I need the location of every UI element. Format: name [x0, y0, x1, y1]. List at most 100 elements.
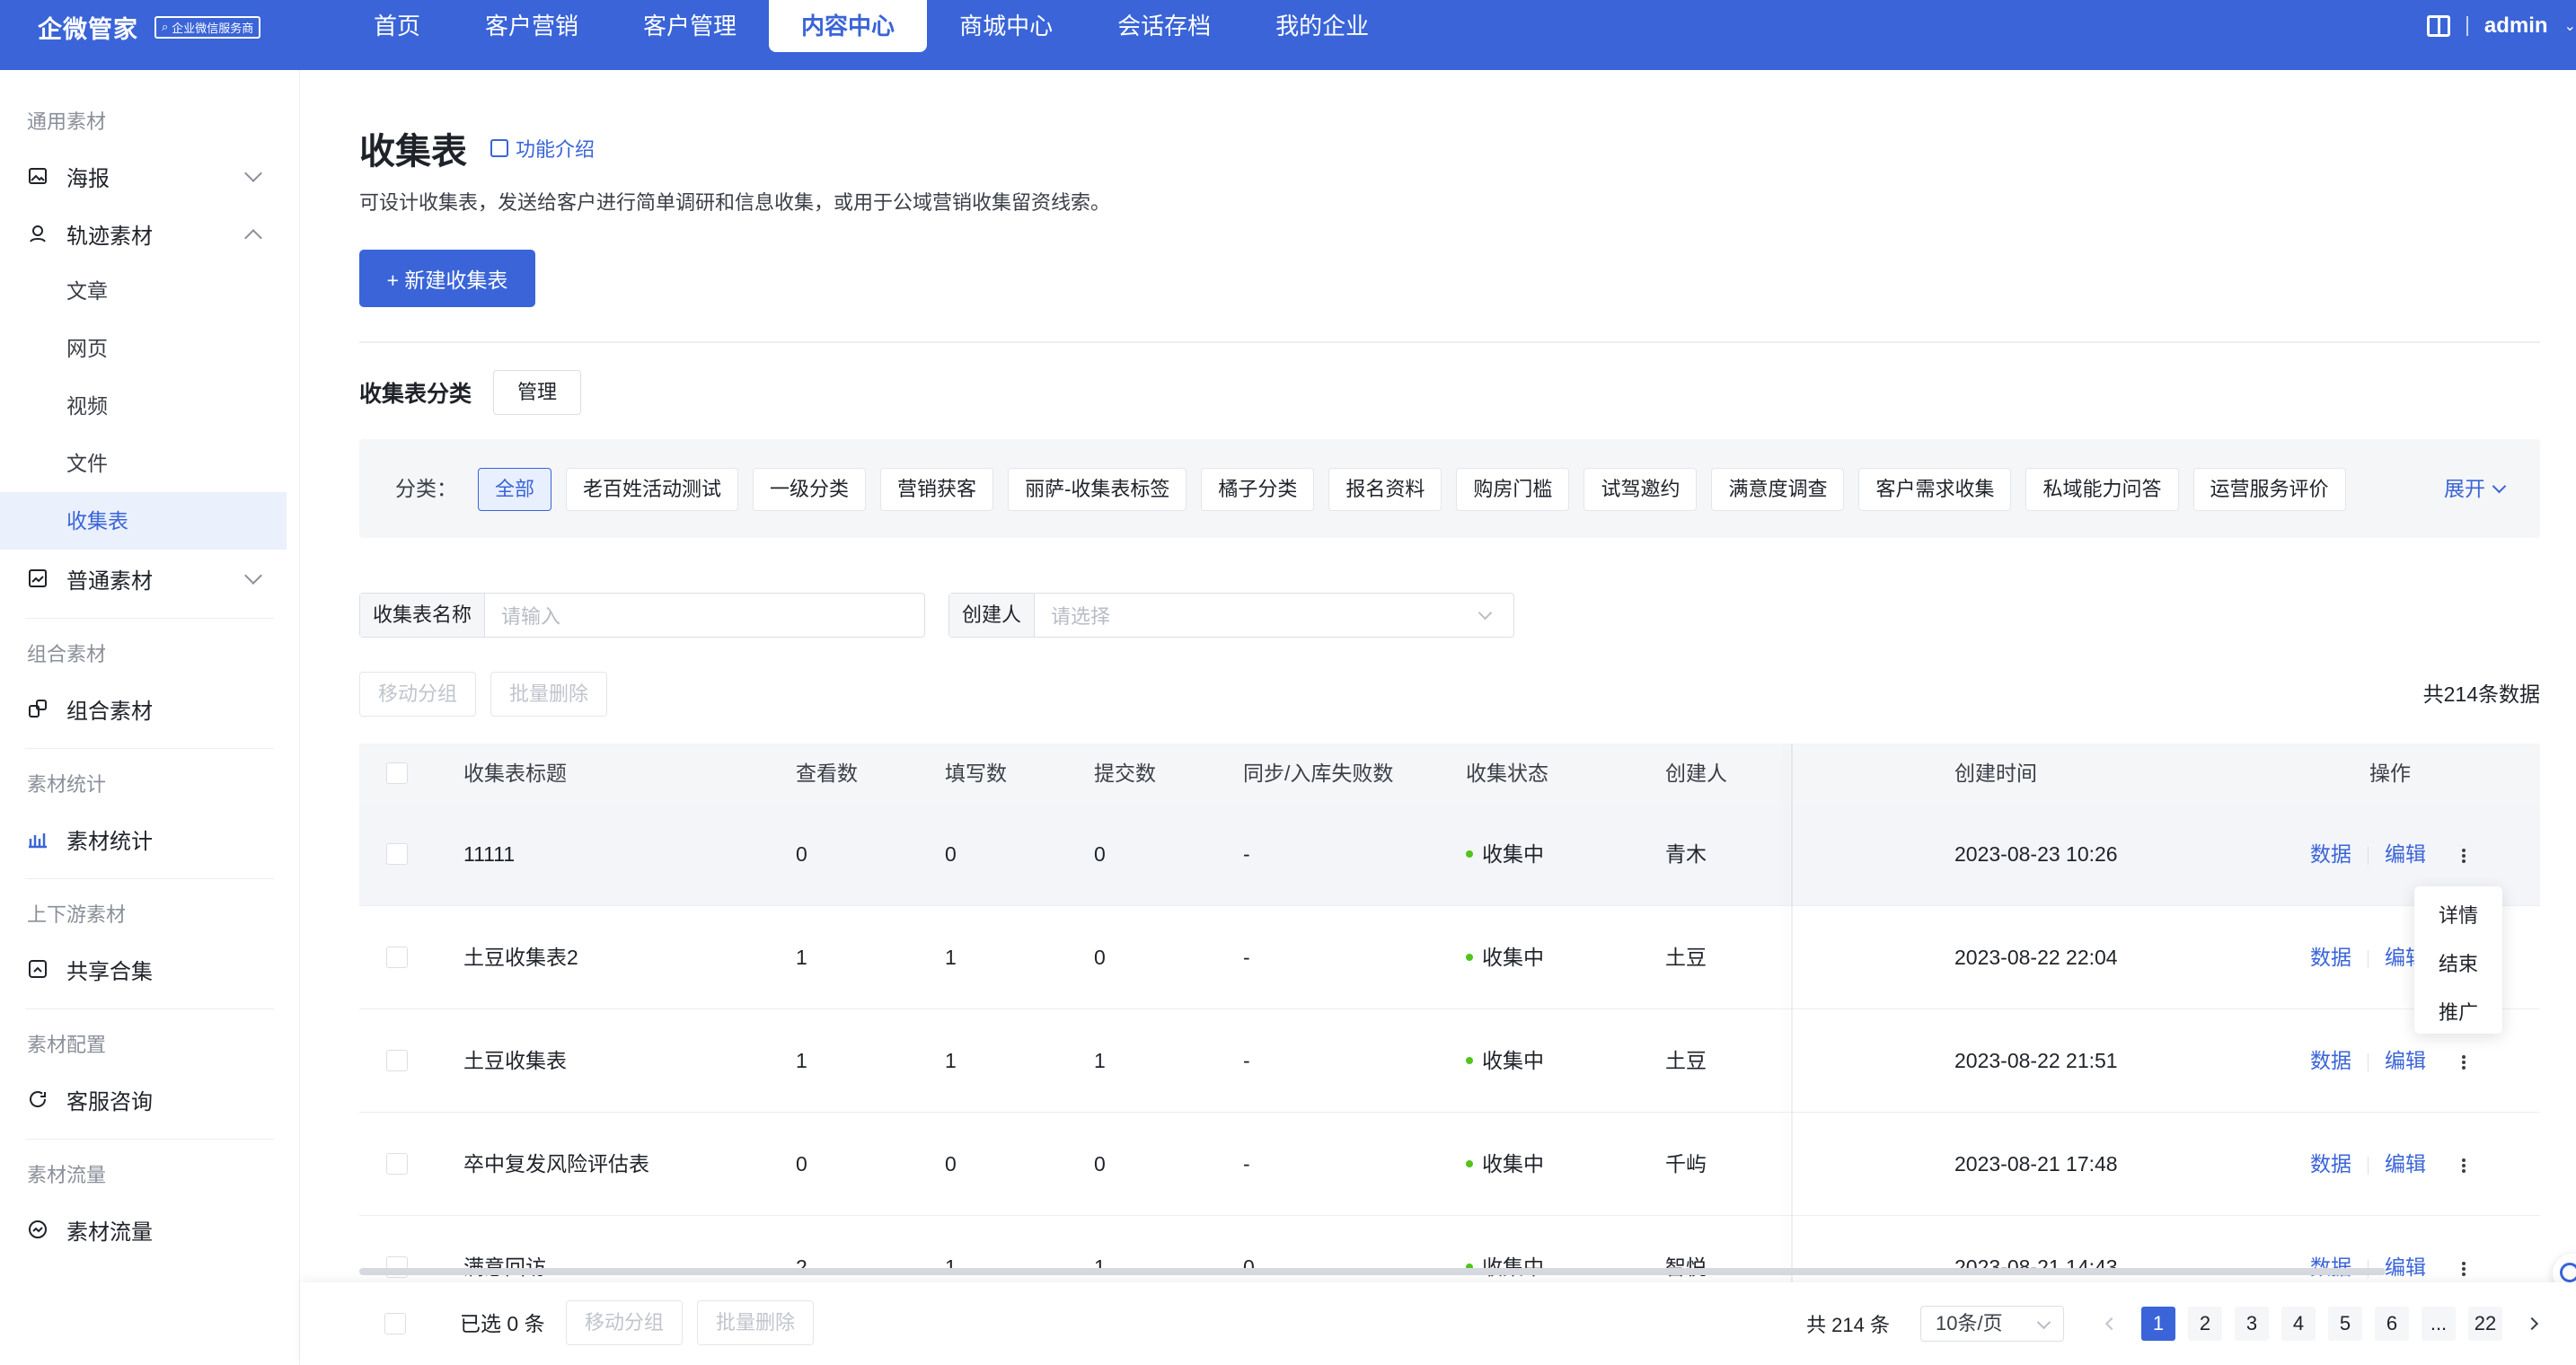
category-chip[interactable]: 报名资料: [1328, 468, 1442, 511]
table-row: 土豆收集表2 1 1 0 - 收集中 土豆 2023-08-22 22:04 数…: [359, 906, 2540, 1009]
edit-link[interactable]: 编辑: [2385, 1255, 2426, 1279]
cell-submits: 1: [1094, 1049, 1106, 1072]
category-chip[interactable]: 丽萨-收集表标签: [1008, 468, 1187, 511]
menu-item-promote[interactable]: 推广: [2414, 991, 2502, 1035]
name-filter-input[interactable]: 请输入: [485, 601, 560, 630]
user-name[interactable]: admin: [2484, 13, 2548, 39]
data-link[interactable]: 数据: [2310, 1049, 2351, 1072]
sidebar-item-stats[interactable]: 素材统计: [0, 810, 299, 867]
sidebar-sub-webpage[interactable]: 网页: [0, 320, 299, 377]
more-icon[interactable]: [2462, 1260, 2466, 1278]
brand[interactable]: 企微管家 ⌕ 企业微信服务商: [38, 0, 261, 54]
cell-fills: 1: [945, 946, 957, 969]
category-chip[interactable]: 营销获客: [880, 468, 994, 511]
status-dot: [1466, 1056, 1473, 1064]
category-chip[interactable]: 满意度调查: [1711, 468, 1845, 511]
table-row: 土豆收集表 1 1 1 - 收集中 土豆 2023-08-22 21:51 数据…: [359, 1009, 2540, 1113]
menu-item-end[interactable]: 结束: [2414, 942, 2502, 987]
category-chip[interactable]: 私域能力问答: [2025, 468, 2179, 511]
sidebar-sub-article[interactable]: 文章: [0, 262, 299, 320]
sidebar-item-combo[interactable]: 组合素材: [0, 680, 299, 737]
category-chip[interactable]: 橘子分类: [1201, 468, 1315, 511]
batch-delete-button[interactable]: 批量删除: [490, 672, 608, 717]
nav-home[interactable]: 首页: [341, 0, 453, 52]
intro-link[interactable]: 功能介绍: [490, 134, 595, 163]
sidebar-item-label: 共享合集: [66, 959, 153, 984]
cell-creator: 青木: [1665, 842, 1707, 866]
data-link[interactable]: 数据: [2310, 946, 2351, 969]
nav-session-archive[interactable]: 会话存档: [1085, 0, 1243, 52]
horizontal-scrollbar[interactable]: [359, 1268, 2386, 1275]
cell-title: 卒中复发风险评估表: [463, 1152, 649, 1176]
category-chip[interactable]: 一级分类: [753, 468, 867, 511]
location-icon: [27, 223, 49, 244]
edit-link[interactable]: 编辑: [2385, 1152, 2426, 1176]
row-checkbox[interactable]: [386, 1153, 408, 1175]
new-collection-form-button[interactable]: + 新建收集表: [359, 250, 535, 307]
sidebar-item-normal[interactable]: 普通素材: [0, 550, 299, 607]
nav-mall-center[interactable]: 商城中心: [927, 0, 1085, 52]
category-chip[interactable]: 客户需求收集: [1858, 468, 2012, 511]
move-group-button[interactable]: 移动分组: [359, 672, 477, 717]
prev-page-icon[interactable]: [2095, 1307, 2129, 1341]
more-icon[interactable]: [2462, 1053, 2466, 1071]
category-chip[interactable]: 购房门槛: [1456, 468, 1570, 511]
page-button[interactable]: 5: [2328, 1307, 2362, 1341]
page-button[interactable]: 2: [2188, 1307, 2222, 1341]
expand-button[interactable]: 展开: [2444, 439, 2507, 538]
manage-button[interactable]: 管理: [493, 370, 582, 415]
data-link[interactable]: 数据: [2310, 1152, 2351, 1176]
nav-my-enterprise[interactable]: 我的企业: [1243, 0, 1401, 52]
data-link[interactable]: 数据: [2310, 842, 2351, 866]
sidebar-item-track[interactable]: 轨迹素材: [0, 205, 299, 262]
more-icon[interactable]: [2462, 1157, 2466, 1175]
sidebar-item-service[interactable]: 客服咨询: [0, 1070, 299, 1128]
category-chip[interactable]: 试驾邀约: [1584, 468, 1698, 511]
select-all-checkbox[interactable]: [386, 762, 408, 784]
link-icon: [27, 698, 49, 719]
book-icon[interactable]: [2426, 15, 2450, 37]
footer-batch-delete-button[interactable]: 批量删除: [697, 1300, 815, 1345]
data-link[interactable]: 数据: [2310, 1255, 2351, 1279]
page-button[interactable]: 1: [2141, 1307, 2175, 1341]
page-size-select[interactable]: 10条/页: [1920, 1306, 2064, 1342]
category-chip[interactable]: 运营服务评价: [2192, 468, 2346, 511]
row-checkbox[interactable]: [386, 843, 408, 865]
nav-content-center[interactable]: 内容中心: [769, 0, 928, 52]
sidebar-sub-video[interactable]: 视频: [0, 377, 299, 435]
sidebar-item-poster[interactable]: 海报: [0, 147, 299, 205]
row-checkbox[interactable]: [386, 1050, 408, 1071]
sidebar-item-share[interactable]: 共享合集: [0, 940, 299, 998]
sidebar-item-flow[interactable]: 素材流量: [0, 1201, 299, 1258]
divider: [2368, 1052, 2369, 1071]
gauge-icon: [27, 1219, 49, 1240]
footer-move-group-button[interactable]: 移动分组: [566, 1300, 684, 1345]
page-button[interactable]: 3: [2235, 1307, 2269, 1341]
edit-link[interactable]: 编辑: [2385, 1049, 2426, 1072]
intro-link-label: 功能介绍: [516, 138, 595, 161]
category-chip[interactable]: 全部: [478, 468, 552, 511]
next-page-icon[interactable]: [2515, 1307, 2549, 1341]
edit-link[interactable]: 编辑: [2385, 842, 2426, 866]
page-button[interactable]: 22: [2468, 1307, 2502, 1341]
nav-customer-marketing[interactable]: 客户营销: [453, 0, 611, 52]
sidebar-item-label: 轨迹素材: [66, 224, 153, 249]
creator-filter[interactable]: 创建人 请选择: [948, 593, 1514, 638]
cell-sync-fail: -: [1243, 1049, 1250, 1072]
page-ellipsis[interactable]: ...: [2422, 1307, 2456, 1341]
sidebar-sub-file[interactable]: 文件: [0, 435, 299, 492]
chevron-down-icon[interactable]: ⌄: [2564, 17, 2576, 35]
row-checkbox[interactable]: [386, 947, 408, 968]
menu-item-detail[interactable]: 详情: [2414, 894, 2502, 938]
more-icon[interactable]: [2462, 847, 2466, 865]
sidebar-sub-collection-form[interactable]: 收集表: [0, 492, 287, 550]
nav-customer-management[interactable]: 客户管理: [611, 0, 769, 52]
select-all-checkbox[interactable]: [384, 1313, 406, 1334]
page-button[interactable]: 4: [2281, 1307, 2316, 1341]
cell-status: 收集中: [1466, 906, 1544, 1009]
divider: [25, 1008, 274, 1009]
category-chip[interactable]: 老百姓活动测试: [566, 468, 739, 511]
cell-sync-fail: -: [1243, 1152, 1250, 1176]
creator-filter-select[interactable]: 请选择: [1035, 601, 1110, 630]
page-button[interactable]: 6: [2375, 1307, 2409, 1341]
